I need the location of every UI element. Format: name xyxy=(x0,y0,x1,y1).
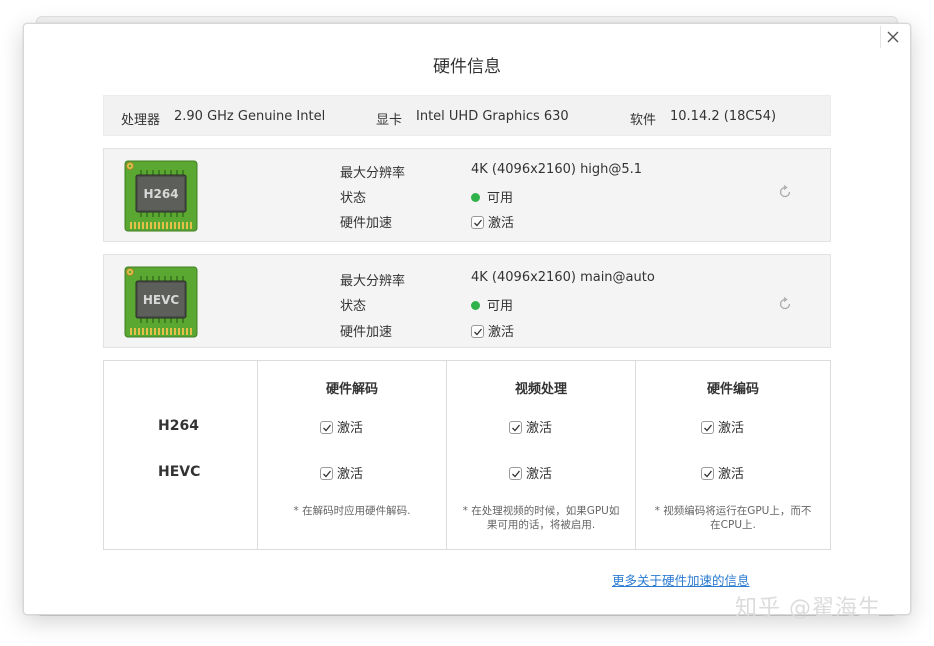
max-resolution-label: 最大分辨率 xyxy=(340,274,406,289)
checkbox-checked-icon[interactable] xyxy=(509,467,522,480)
hw-accel-text: 激活 xyxy=(488,325,515,340)
max-resolution-value: 4K (4096x2160) high@5.1 xyxy=(471,162,643,177)
close-icon xyxy=(887,31,898,43)
status-text: 可用 xyxy=(487,299,514,314)
status-label: 状态 xyxy=(340,299,367,314)
checkbox-label: 激活 xyxy=(337,421,364,436)
checkbox-label: 激活 xyxy=(337,467,364,482)
dialog-title: 硬件信息 xyxy=(433,57,501,77)
note-decode: * 在解码时应用硬件解码. xyxy=(264,504,440,518)
note-line: * 在处理视频的时候，如果GPU如 xyxy=(462,505,620,517)
hw-accel-label: 硬件加速 xyxy=(340,216,393,231)
software-value: 10.14.2 (18C54) xyxy=(670,109,777,124)
checkbox-label: 激活 xyxy=(718,421,745,436)
close-button[interactable] xyxy=(880,26,904,48)
cpu-value: 2.90 GHz Genuine Intel xyxy=(174,109,326,124)
checkbox-checked-icon[interactable] xyxy=(320,467,333,480)
h264-decode-checkbox[interactable]: 激活 xyxy=(320,417,363,436)
note-line: 在CPU上. xyxy=(710,519,756,531)
status-text: 可用 xyxy=(487,191,514,206)
chip-icon: HEVC xyxy=(124,266,198,338)
status-value: 可用 xyxy=(471,187,513,206)
status-value: 可用 xyxy=(471,295,513,314)
checkbox-checked-icon[interactable] xyxy=(509,421,522,434)
h264-processing-checkbox[interactable]: 激活 xyxy=(509,417,552,436)
hevc-encode-checkbox[interactable]: 激活 xyxy=(701,463,744,482)
refresh-icon[interactable] xyxy=(777,184,793,200)
hevc-processing-checkbox[interactable]: 激活 xyxy=(509,463,552,482)
hw-accel-checkbox[interactable]: 激活 xyxy=(471,212,514,231)
checkbox-checked-icon[interactable] xyxy=(471,325,484,338)
software-label: 软件 xyxy=(630,113,657,128)
capability-matrix: 硬件解码 视频处理 硬件编码 H264 HEVC 激活 激活 激活 激活 激活 … xyxy=(103,360,831,550)
note-line: 果可用的话，将被启用. xyxy=(486,519,596,531)
checkbox-checked-icon[interactable] xyxy=(701,467,714,480)
gpu-value: Intel UHD Graphics 630 xyxy=(416,109,569,124)
watermark: 知乎 @翟海生 xyxy=(735,596,881,621)
hevc-decode-checkbox[interactable]: 激活 xyxy=(320,463,363,482)
gpu-label: 显卡 xyxy=(376,113,403,128)
checkbox-label: 激活 xyxy=(718,467,745,482)
system-info-bar: 处理器 2.90 GHz Genuine Intel 显卡 Intel UHD … xyxy=(103,95,831,136)
row-header-hevc: HEVC xyxy=(158,464,201,480)
chip-label: H264 xyxy=(143,187,178,201)
col-header-processing: 视频处理 xyxy=(514,382,567,397)
col-header-encode: 硬件编码 xyxy=(706,382,759,397)
codec-card-hevc: HEVC 最大分辨率 4K (4096x2160) main@auto 状态 可… xyxy=(103,254,831,348)
note-line: * 在解码时应用硬件解码. xyxy=(293,505,411,517)
note-processing: * 在处理视频的时候，如果GPU如 果可用的话，将被启用. xyxy=(453,504,629,532)
max-resolution-value: 4K (4096x2160) main@auto xyxy=(471,270,655,285)
note-encode: * 视频编码将运行在GPU上，而不 在CPU上. xyxy=(642,504,824,532)
more-info-link[interactable]: 更多关于硬件加速的信息 xyxy=(612,570,750,589)
checkbox-checked-icon[interactable] xyxy=(471,216,484,229)
chip-label: HEVC xyxy=(143,293,180,307)
checkbox-checked-icon[interactable] xyxy=(701,421,714,434)
hw-accel-checkbox[interactable]: 激活 xyxy=(471,321,514,340)
h264-encode-checkbox[interactable]: 激活 xyxy=(701,417,744,436)
note-line: * 视频编码将运行在GPU上，而不 xyxy=(654,505,812,517)
checkbox-checked-icon[interactable] xyxy=(320,421,333,434)
status-dot-icon xyxy=(471,301,480,310)
status-label: 状态 xyxy=(340,191,367,206)
cpu-label: 处理器 xyxy=(121,113,161,128)
checkbox-label: 激活 xyxy=(526,421,553,436)
col-header-decode: 硬件解码 xyxy=(325,382,378,397)
chip-icon: H264 xyxy=(124,160,198,232)
hw-accel-label: 硬件加速 xyxy=(340,325,393,340)
checkbox-label: 激活 xyxy=(526,467,553,482)
codec-card-h264: H264 最大分辨率 4K (4096x2160) high@5.1 状态 可用… xyxy=(103,148,831,242)
refresh-icon[interactable] xyxy=(777,296,793,312)
max-resolution-label: 最大分辨率 xyxy=(340,166,406,181)
row-header-h264: H264 xyxy=(158,418,199,434)
status-dot-icon xyxy=(471,193,480,202)
hw-accel-text: 激活 xyxy=(488,216,515,231)
